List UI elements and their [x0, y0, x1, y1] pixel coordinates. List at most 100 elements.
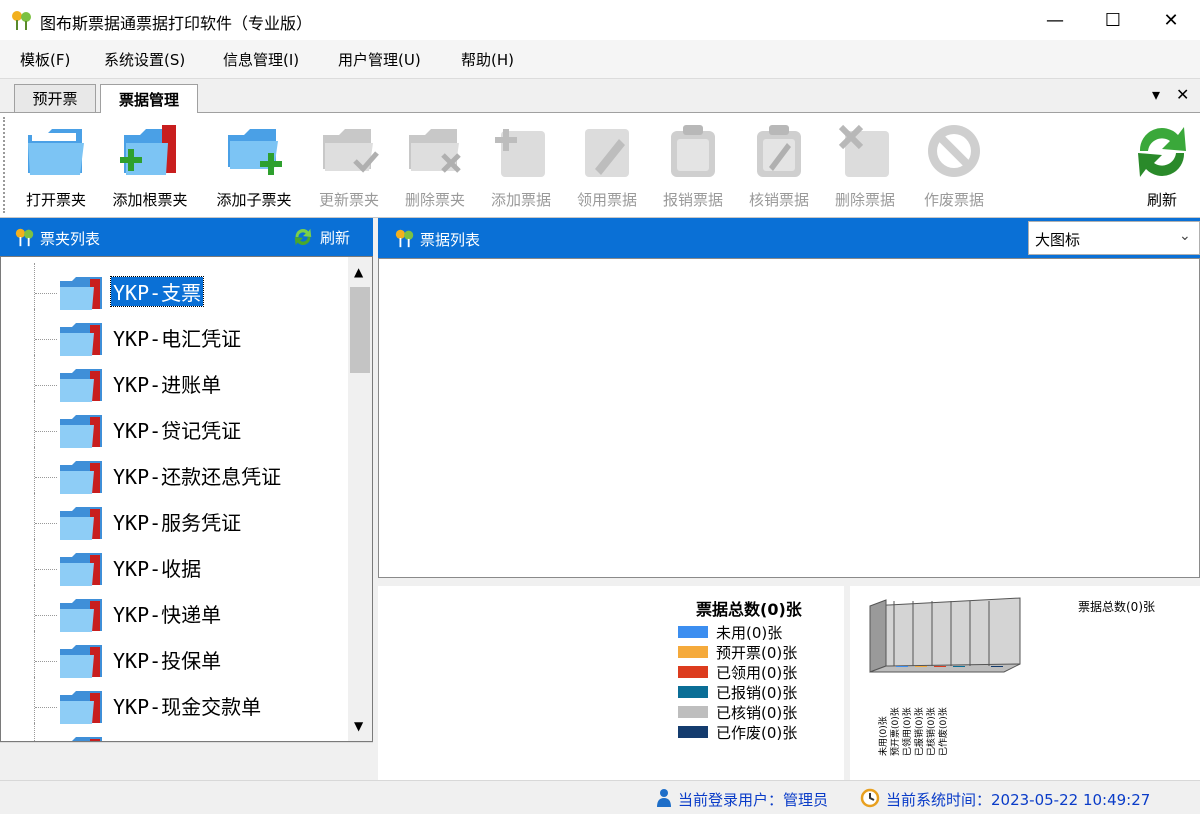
- folder-icon: [60, 415, 102, 448]
- delete-folder-icon: [409, 129, 461, 173]
- tree-item-label: YKP-服务凭证: [113, 511, 242, 535]
- use-ticket-icon: [585, 129, 629, 177]
- folder-icon: [60, 369, 102, 402]
- tree-connector: [34, 447, 57, 493]
- scroll-up-icon[interactable]: ▲: [354, 265, 363, 279]
- folder-tree: YKP-支票 YKP-电汇凭证 YKP-进账单 YKP-贷记凭证 YKP-还款还息凭证 Y…: [0, 256, 373, 742]
- tree-item[interactable]: YKP-服务凭证: [1, 493, 348, 540]
- open-folder-button[interactable]: 打开票夹: [14, 113, 98, 217]
- toolbar-grip[interactable]: [3, 117, 9, 213]
- legend-swatch: [678, 726, 708, 738]
- chart-total-label: 票据总数(0)张: [1078, 600, 1155, 614]
- tree-item-label: YKP-投保单: [113, 649, 222, 673]
- close-button[interactable]: ✕: [1142, 0, 1200, 40]
- tree-item-label: YKP-进账单: [113, 373, 222, 397]
- add-ticket-button[interactable]: 添加票据: [482, 113, 560, 217]
- view-mode-select[interactable]: 大图标 ⌄: [1028, 221, 1200, 255]
- tree-connector: [34, 493, 57, 539]
- folder-panel-footer: [0, 742, 373, 781]
- tree-item[interactable]: YKP-快递单: [1, 585, 348, 632]
- maximize-button[interactable]: ☐: [1084, 0, 1142, 40]
- update-folder-button[interactable]: 更新票夹: [310, 113, 388, 217]
- toolbar-refresh-button[interactable]: 刷新: [1128, 113, 1196, 217]
- tree-connector: [34, 677, 57, 723]
- reimburse-ticket-icon: [671, 125, 715, 177]
- ticket-list-area[interactable]: [378, 258, 1200, 578]
- menu-info-management[interactable]: 信息管理(I): [223, 49, 299, 70]
- minimize-button[interactable]: —: [1026, 0, 1084, 40]
- tree-item[interactable]: YKP-贷记凭证: [1, 401, 348, 448]
- tab-close-icon[interactable]: ✕: [1176, 85, 1189, 104]
- tab-ticket-management[interactable]: 票据管理: [100, 84, 198, 113]
- delete-ticket-button[interactable]: 删除票据: [826, 113, 904, 217]
- add-ticket-icon: [495, 129, 545, 177]
- delete-folder-button[interactable]: 删除票夹: [396, 113, 474, 217]
- window-title: 图布斯票据通票据打印软件（专业版）: [40, 14, 313, 33]
- tree-connector: [34, 723, 57, 741]
- current-user: 当前登录用户：管理员: [678, 791, 829, 809]
- add-sub-folder-button[interactable]: 添加子票夹: [208, 113, 300, 217]
- tree-scrollbar[interactable]: ▲ ▼: [348, 257, 372, 741]
- delete-ticket-icon: [838, 124, 889, 177]
- tab-pre-invoice[interactable]: 预开票: [14, 84, 96, 112]
- use-ticket-button[interactable]: 领用票据: [568, 113, 646, 217]
- folder-open-icon: [28, 129, 84, 175]
- tree-item-label: YKP-支票: [109, 276, 205, 307]
- title-bar: 图布斯票据通票据打印软件（专业版） — ☐ ✕: [0, 0, 1200, 40]
- menu-system-settings[interactable]: 系统设置(S): [104, 49, 185, 70]
- tree-item[interactable]: YKP-现金交款单: [1, 677, 348, 724]
- menu-help[interactable]: 帮助(H): [461, 49, 514, 70]
- ticket-stats-chart-panel: 票据总数(0)张 未用(0)张 预开票(0)张 已领用(0)张 已报销(0)张 已核销(…: [850, 586, 1200, 780]
- tree-item[interactable]: YKP-还款还息凭证: [1, 447, 348, 494]
- folder-icon: [60, 645, 102, 678]
- chart-category-label: 已作废(0)张: [939, 707, 949, 756]
- ticket-stats-legend-panel: 票据总数(0)张 未用(0)张 预开票(0)张 已领用(0)张 已报销(0)张 已核销(…: [378, 586, 844, 780]
- chart-back-wall: [869, 597, 1021, 673]
- folder-icon: [60, 277, 102, 310]
- void-ticket-button[interactable]: 作废票据: [912, 113, 996, 217]
- folder-icon: [60, 691, 102, 724]
- scroll-down-icon[interactable]: ▼: [354, 719, 363, 733]
- menu-bar: 模板(F) 系统设置(S) 信息管理(I) 用户管理(U) 帮助(H): [0, 40, 1200, 79]
- view-mode-value: 大图标: [1035, 231, 1081, 249]
- user-icon: [657, 789, 671, 807]
- scroll-thumb[interactable]: [350, 287, 370, 373]
- tree-item[interactable]: YKP-电汇凭证: [1, 309, 348, 356]
- tree-connector: [34, 539, 57, 585]
- reimburse-ticket-button[interactable]: 报销票据: [654, 113, 732, 217]
- chart-bar: [934, 666, 946, 667]
- folder-icon: [60, 507, 102, 540]
- status-bar: 当前登录用户：管理员 当前系统时间：2023-05-22 10:49:27: [0, 780, 1200, 814]
- tree-item[interactable]: YKP-结算凭证账票单: [1, 723, 348, 741]
- toolbar: 打开票夹 添加根票夹 添加子票夹 更新票夹 删除票夹 添加票据 领用票据 报销票…: [0, 113, 1200, 218]
- legend-label: 预开票(0)张: [716, 643, 798, 662]
- legend-item: 已报销(0)张: [678, 682, 797, 702]
- legend-swatch: [678, 706, 708, 718]
- verify-ticket-button[interactable]: 核销票据: [740, 113, 818, 217]
- tree-item-label: YKP-贷记凭证: [113, 419, 242, 443]
- ticket-list-title: 票据列表: [420, 231, 481, 249]
- tree-item[interactable]: YKP-支票: [1, 263, 348, 310]
- tree-connector: [34, 355, 57, 401]
- add-root-folder-button[interactable]: 添加根票夹: [104, 113, 196, 217]
- legend-label: 未用(0)张: [716, 623, 783, 642]
- legend-label: 已领用(0)张: [716, 663, 798, 682]
- tab-dropdown-icon[interactable]: ▾: [1152, 85, 1160, 104]
- menu-user-management[interactable]: 用户管理(U): [338, 49, 421, 70]
- tree-item[interactable]: YKP-进账单: [1, 355, 348, 402]
- chart-bar: [915, 666, 927, 667]
- refresh-small-icon: [294, 228, 312, 246]
- chart-bar: [896, 666, 908, 667]
- tree-item-label: YKP-收据: [113, 557, 202, 581]
- tree-item[interactable]: YKP-投保单: [1, 631, 348, 678]
- update-folder-icon: [323, 129, 379, 173]
- legend-item: 预开票(0)张: [678, 642, 797, 662]
- tree-item[interactable]: YKP-收据: [1, 539, 348, 586]
- chevron-down-icon: ⌄: [1179, 228, 1191, 244]
- tree-item-label: YKP-快递单: [113, 603, 222, 627]
- refresh-icon: [1138, 127, 1186, 177]
- folder-list-refresh-button[interactable]: 刷新: [292, 224, 350, 250]
- menu-template[interactable]: 模板(F): [20, 49, 70, 70]
- tree-item-label: YKP-现金交款单: [113, 695, 262, 719]
- clock-icon: [860, 788, 880, 808]
